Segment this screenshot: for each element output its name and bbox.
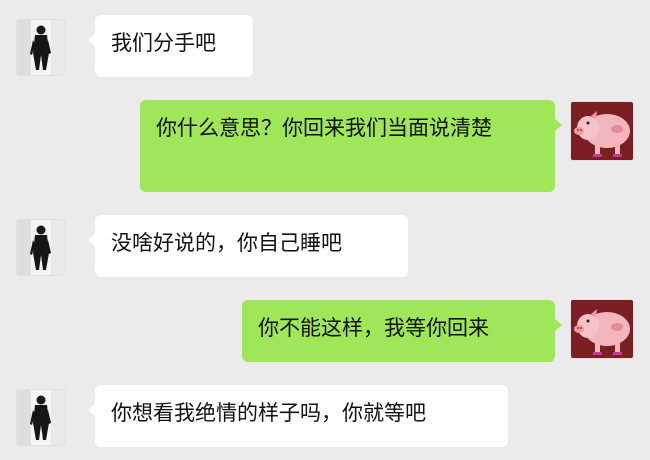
chat-window: 我们分手吧 你什么意思？你回来我们当面说清楚 没啥好说的，你自己睡吧 你不能这样… xyxy=(0,0,650,460)
self-avatar[interactable] xyxy=(571,102,633,160)
contact-avatar[interactable] xyxy=(17,390,65,445)
message-bubble-outgoing[interactable]: 你不能这样，我等你回来 xyxy=(242,300,562,362)
man-photo-avatar-icon xyxy=(17,220,65,275)
contact-avatar[interactable] xyxy=(17,20,65,75)
message-text: 我们分手吧 xyxy=(111,31,216,55)
man-photo-avatar-icon xyxy=(17,20,65,75)
pig-cartoon-avatar-icon xyxy=(571,102,633,160)
message-text: 你什么意思？你回来我们当面说清楚 xyxy=(156,116,492,140)
man-photo-avatar-icon xyxy=(17,390,65,445)
message-text: 没啥好说的，你自己睡吧 xyxy=(111,231,342,255)
message-bubble-incoming[interactable]: 我们分手吧 xyxy=(88,15,253,77)
message-text: 你不能这样，我等你回来 xyxy=(258,316,489,340)
message-text: 你想看我绝情的样子吗，你就等吧 xyxy=(111,401,426,425)
message-bubble-outgoing[interactable]: 你什么意思？你回来我们当面说清楚 xyxy=(140,100,562,192)
message-bubble-incoming[interactable]: 你想看我绝情的样子吗，你就等吧 xyxy=(88,385,508,447)
self-avatar[interactable] xyxy=(571,300,633,358)
contact-avatar[interactable] xyxy=(17,220,65,275)
pig-cartoon-avatar-icon xyxy=(571,300,633,358)
message-bubble-incoming[interactable]: 没啥好说的，你自己睡吧 xyxy=(88,215,408,277)
